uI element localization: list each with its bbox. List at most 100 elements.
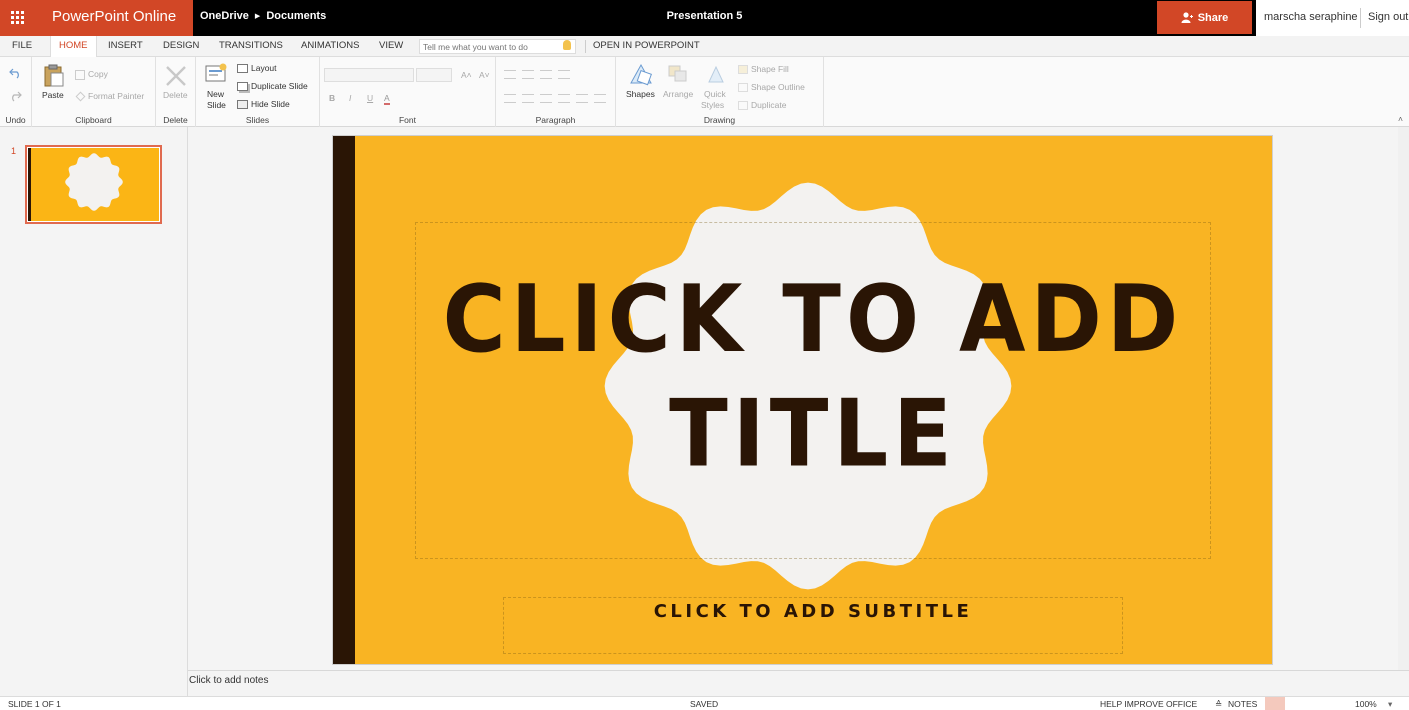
- italic-button[interactable]: I: [349, 93, 351, 103]
- slide-canvas[interactable]: CLICK TO ADD TITLE CLICK TO ADD SUBTITLE: [332, 135, 1273, 665]
- normal-view-button[interactable]: [1265, 697, 1285, 710]
- shapes-button[interactable]: Shapes: [626, 89, 655, 99]
- shape-outline-icon: [738, 83, 748, 92]
- quick-styles-label-2[interactable]: Styles: [701, 100, 724, 110]
- tab-insert[interactable]: INSERT: [100, 36, 151, 57]
- zoom-level[interactable]: 100%: [1355, 699, 1377, 709]
- collapse-ribbon-icon[interactable]: ˄: [1398, 114, 1403, 124]
- slide-thumbnail[interactable]: [25, 145, 162, 224]
- lightbulb-icon: [563, 40, 571, 50]
- app-launcher-icon[interactable]: [11, 11, 24, 24]
- decrease-indent-icon[interactable]: [540, 70, 552, 79]
- bold-button[interactable]: B: [329, 93, 335, 103]
- notes-toggle[interactable]: NOTES: [1228, 699, 1257, 709]
- notes-placeholder[interactable]: Click to add notes: [189, 675, 269, 686]
- open-in-powerpoint-button[interactable]: OPEN IN POWERPOINT: [585, 36, 708, 57]
- paste-button[interactable]: Paste: [42, 90, 64, 100]
- duplicate-slide-button[interactable]: Duplicate Slide: [251, 81, 308, 91]
- copy-button[interactable]: Copy: [88, 69, 108, 79]
- new-slide-icon[interactable]: [205, 63, 227, 83]
- slide-thumbnail-panel: 1: [0, 127, 188, 696]
- bullets-icon[interactable]: [504, 70, 516, 79]
- underline-button[interactable]: U: [367, 93, 373, 103]
- breadcrumb: OneDrive ▶ Documents: [200, 10, 326, 22]
- clipboard-group-label: Clipboard: [75, 115, 112, 125]
- redo-icon[interactable]: [9, 91, 22, 102]
- tab-view[interactable]: VIEW: [371, 36, 411, 57]
- shrink-font-icon[interactable]: A˅: [479, 70, 490, 80]
- increase-indent-icon[interactable]: [558, 70, 570, 79]
- paste-icon[interactable]: [43, 63, 65, 87]
- grow-font-icon[interactable]: A˄: [461, 70, 472, 80]
- rtl-icon[interactable]: [594, 94, 606, 103]
- shapes-icon[interactable]: [628, 63, 654, 87]
- tab-home[interactable]: HOME: [50, 36, 97, 58]
- arrange-icon[interactable]: [667, 64, 689, 84]
- breadcrumb-onedrive[interactable]: OneDrive: [200, 10, 249, 22]
- shape-fill-button[interactable]: Shape Fill: [751, 64, 789, 74]
- slides-group: New Slide Layout Duplicate Slide Hide Sl…: [196, 57, 320, 127]
- duplicate-shape-button[interactable]: Duplicate: [751, 100, 786, 110]
- align-right-icon[interactable]: [540, 94, 552, 103]
- slideshow-button[interactable]: [1324, 697, 1344, 710]
- tab-design[interactable]: DESIGN: [155, 36, 207, 57]
- slide-thumbnail-preview: [28, 148, 159, 221]
- quick-styles-icon[interactable]: [705, 64, 727, 86]
- tell-me-input[interactable]: [419, 39, 576, 54]
- delete-group-label: Delete: [163, 115, 188, 125]
- user-area: marscha seraphine Sign out: [1256, 0, 1409, 36]
- ribbon-tabs: FILE HOME INSERT DESIGN TRANSITIONS ANIM…: [0, 36, 1409, 58]
- ltr-icon[interactable]: [576, 94, 588, 103]
- drawing-group: Shapes Arrange Quick Styles Shape Fill S…: [616, 57, 824, 127]
- slide-count: SLIDE 1 OF 1: [8, 699, 61, 709]
- numbering-icon[interactable]: [522, 70, 534, 79]
- font-name-dropdown[interactable]: [324, 68, 414, 82]
- undo-group: Undo: [0, 57, 32, 127]
- user-name[interactable]: marscha seraphine: [1264, 11, 1358, 23]
- new-slide-label-2[interactable]: Slide: [207, 100, 226, 110]
- paragraph-group-label: Paragraph: [535, 115, 576, 125]
- app-name[interactable]: PowerPoint Online: [52, 8, 176, 25]
- title-line-2: TITLE: [669, 380, 957, 489]
- slide-editor: CLICK TO ADD TITLE CLICK TO ADD SUBTITLE: [189, 127, 1409, 670]
- layout-button[interactable]: Layout: [251, 63, 277, 73]
- ribbon: Undo Paste Copy Format Painter Clipboard…: [0, 57, 1409, 127]
- font-color-button[interactable]: A: [384, 93, 390, 105]
- new-slide-label-1[interactable]: New: [207, 89, 224, 99]
- clipboard-group: Paste Copy Format Painter Clipboard: [32, 57, 156, 127]
- share-button[interactable]: Share: [1157, 1, 1252, 34]
- tab-file[interactable]: FILE: [4, 36, 40, 57]
- delete-button[interactable]: Delete: [163, 90, 188, 100]
- format-painter-button[interactable]: Format Painter: [88, 91, 144, 101]
- arrange-button[interactable]: Arrange: [663, 89, 693, 99]
- title-text[interactable]: CLICK TO ADD TITLE: [415, 263, 1211, 492]
- help-improve-office[interactable]: HELP IMPROVE OFFICE: [1100, 699, 1197, 709]
- notes-icon: ≙: [1215, 699, 1223, 709]
- reading-view-button[interactable]: [1295, 697, 1315, 710]
- justify-icon[interactable]: [558, 94, 570, 103]
- font-size-dropdown[interactable]: [416, 68, 452, 82]
- undo-icon[interactable]: [9, 68, 22, 79]
- user-divider: [1360, 8, 1361, 28]
- shape-outline-button[interactable]: Shape Outline: [751, 82, 805, 92]
- paragraph-group: Paragraph: [496, 57, 616, 127]
- editor-scrollbar[interactable]: [1398, 127, 1409, 670]
- subtitle-text[interactable]: CLICK TO ADD SUBTITLE: [503, 601, 1123, 622]
- align-center-icon[interactable]: [522, 94, 534, 103]
- align-left-icon[interactable]: [504, 94, 516, 103]
- delete-x-icon[interactable]: [165, 65, 187, 87]
- slides-group-label: Slides: [245, 115, 270, 125]
- zoom-menu-icon[interactable]: ▾: [1388, 699, 1392, 710]
- hide-slide-button[interactable]: Hide Slide: [251, 99, 290, 109]
- tab-transitions[interactable]: TRANSITIONS: [211, 36, 291, 57]
- breadcrumb-documents[interactable]: Documents: [266, 10, 326, 22]
- drawing-group-label: Drawing: [703, 115, 736, 125]
- share-person-icon: [1181, 12, 1193, 23]
- quick-styles-label-1[interactable]: Quick: [704, 89, 726, 99]
- tab-animations[interactable]: ANIMATIONS: [293, 36, 367, 57]
- format-painter-icon: [75, 91, 86, 102]
- sign-out-link[interactable]: Sign out: [1368, 11, 1408, 23]
- layout-icon: [237, 64, 248, 73]
- notes-pane[interactable]: Click to add notes: [188, 670, 1409, 696]
- save-status: SAVED: [690, 699, 719, 709]
